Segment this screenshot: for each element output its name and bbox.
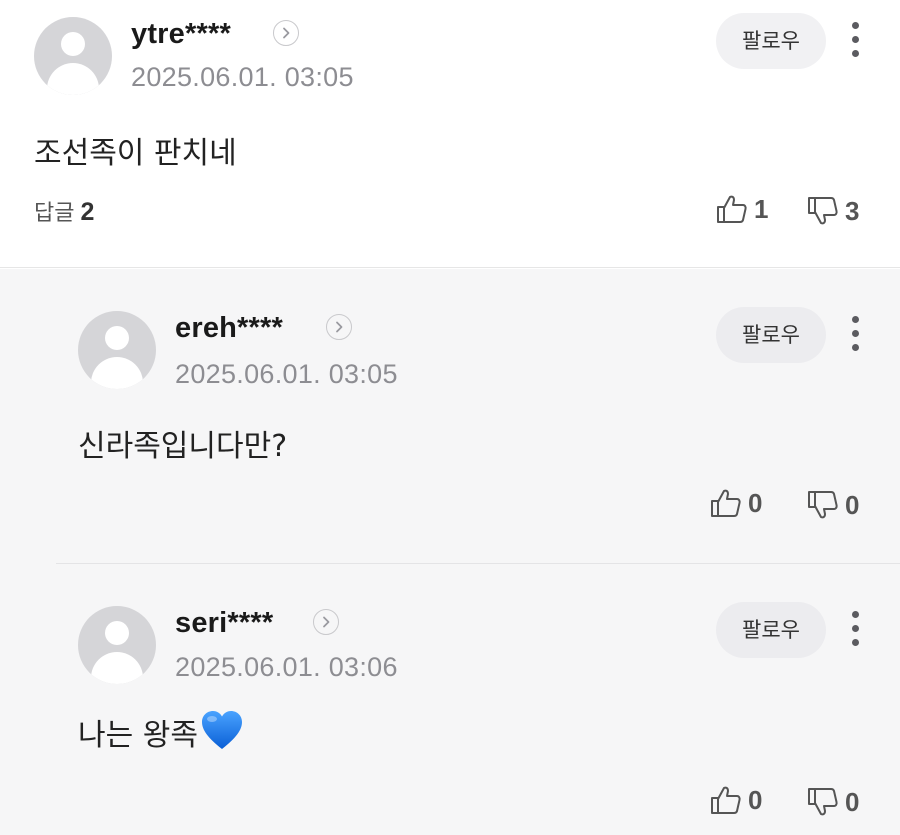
profile-chevron-icon[interactable] [273, 20, 299, 46]
thumbs-down-icon [808, 788, 838, 816]
like-button[interactable]: 0 [710, 486, 762, 520]
more-options-icon[interactable] [846, 312, 866, 356]
avatar[interactable] [78, 606, 156, 684]
dislike-count: 3 [845, 195, 860, 226]
avatar-head-shape [105, 621, 129, 645]
dislike-button[interactable]: 0 [807, 488, 859, 522]
username[interactable]: ytre**** [131, 18, 231, 51]
username[interactable]: seri**** [175, 607, 273, 640]
reply-label: 답글 [34, 201, 75, 226]
like-button[interactable]: 0 [710, 783, 762, 817]
reply: ereh**** 2025.06.01. 03:05 팔로우 신라족입니다만? … [56, 269, 900, 563]
blue-heart-icon [201, 711, 242, 749]
replies-section: ereh**** 2025.06.01. 03:05 팔로우 신라족입니다만? … [0, 269, 900, 835]
thumbs-up-icon [717, 195, 747, 223]
avatar-body-shape [47, 63, 99, 95]
thumbs-down-icon [808, 197, 838, 225]
follow-button[interactable]: 팔로우 [716, 602, 826, 658]
like-count: 1 [754, 193, 769, 224]
comment: ytre**** 2025.06.01. 03:05 팔로우 조선족이 판치네 … [0, 0, 900, 268]
avatar[interactable] [34, 17, 112, 95]
dislike-count: 0 [845, 489, 860, 520]
more-options-icon[interactable] [846, 607, 866, 651]
thumbs-up-icon [711, 786, 741, 814]
comment-text: 신라족입니다만? [78, 429, 288, 464]
thumbs-up-icon [711, 489, 741, 517]
like-button[interactable]: 1 [716, 192, 768, 226]
avatar-head-shape [61, 32, 85, 56]
dislike-count: 0 [845, 786, 860, 817]
like-count: 0 [748, 784, 763, 815]
thumbs-down-icon [808, 491, 838, 519]
avatar-body-shape [91, 357, 143, 389]
avatar-head-shape [105, 326, 129, 350]
comment-text-value: 나는 왕족 [78, 718, 198, 753]
reply-count-link[interactable]: 답글 2 [34, 195, 94, 227]
profile-chevron-icon[interactable] [326, 314, 352, 340]
follow-button[interactable]: 팔로우 [716, 13, 826, 69]
avatar-body-shape [91, 652, 143, 684]
avatar[interactable] [78, 311, 156, 389]
reply: seri**** 2025.06.01. 03:06 팔로우 나는 왕족 [56, 564, 900, 835]
comment-text: 나는 왕족 [78, 709, 244, 754]
more-options-icon[interactable] [846, 18, 866, 62]
dislike-button[interactable]: 3 [807, 194, 859, 228]
username[interactable]: ereh**** [175, 312, 283, 345]
dislike-button[interactable]: 0 [807, 785, 859, 819]
timestamp: 2025.06.01. 03:06 [175, 652, 398, 682]
comment-text: 조선족이 판치네 [34, 136, 237, 171]
timestamp: 2025.06.01. 03:05 [131, 62, 354, 92]
reply-count: 2 [80, 198, 95, 226]
follow-button[interactable]: 팔로우 [716, 307, 826, 363]
profile-chevron-icon[interactable] [313, 609, 339, 635]
like-count: 0 [748, 487, 763, 518]
timestamp: 2025.06.01. 03:05 [175, 359, 398, 389]
